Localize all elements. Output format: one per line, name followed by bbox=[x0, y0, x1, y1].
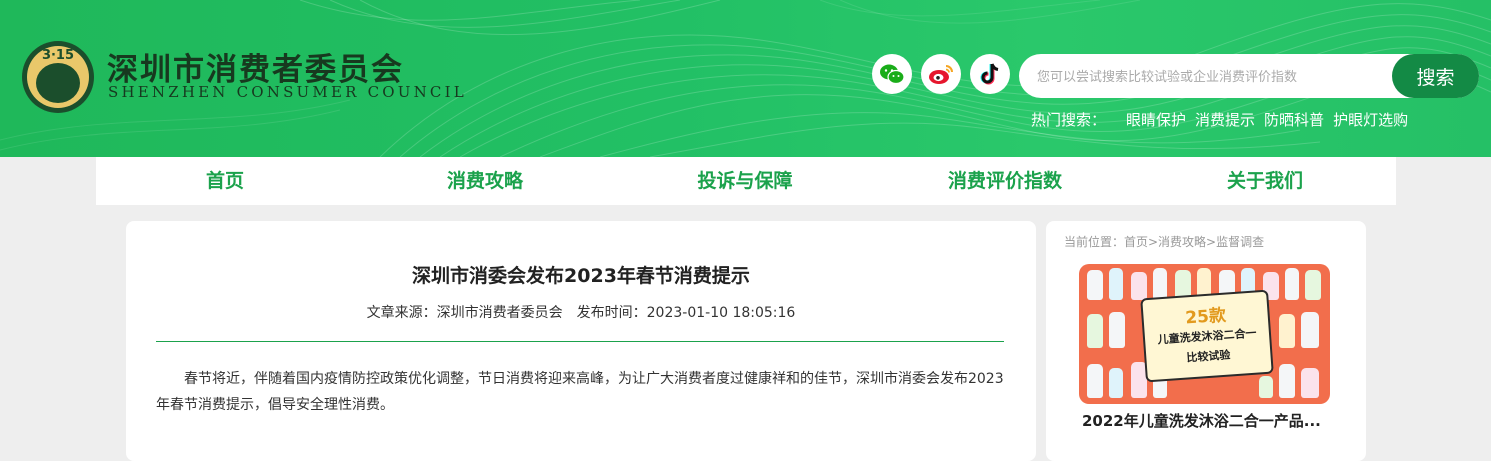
nav-item-about-us[interactable]: 关于我们 bbox=[1165, 157, 1365, 205]
product-bottle bbox=[1305, 270, 1321, 300]
product-bottle bbox=[1301, 368, 1319, 398]
sidebar-panel: 当前位置：首页>消费攻略>监督调查 25款 儿童洗发沐浴二合一 比较试验 202… bbox=[1046, 221, 1366, 461]
wechat-icon[interactable] bbox=[872, 54, 912, 94]
thumbnail-badge: 25款 儿童洗发沐浴二合一 比较试验 bbox=[1140, 289, 1274, 383]
nav-item-complaints[interactable]: 投诉与保障 bbox=[645, 157, 845, 205]
product-bottle bbox=[1301, 312, 1319, 348]
hot-search-link[interactable]: 防晒科普 bbox=[1264, 109, 1324, 130]
product-bottle bbox=[1109, 312, 1125, 348]
product-bottle bbox=[1087, 314, 1103, 348]
tiktok-icon[interactable] bbox=[970, 54, 1010, 94]
article-panel: 深圳市消委会发布2023年春节消费提示 文章来源：深圳市消费者委员会 发布时间：2… bbox=[126, 221, 1036, 461]
product-bottle bbox=[1087, 270, 1103, 300]
time-label: 发布时间： bbox=[576, 305, 647, 321]
consumer-council-emblem[interactable]: 3·15 bbox=[22, 41, 94, 113]
article-title: 深圳市消委会发布2023年春节消费提示 bbox=[412, 265, 750, 287]
nav-item-evaluation-index[interactable]: 消费评价指数 bbox=[905, 157, 1105, 205]
product-bottle bbox=[1285, 268, 1299, 300]
breadcrumb: 当前位置：首页>消费攻略>监督调查 bbox=[1064, 235, 1265, 249]
hot-search-bar: 热门搜索： 眼睛保护 消费提示 防晒科普 护眼灯选购 bbox=[1031, 109, 1417, 130]
featured-thumbnail[interactable]: 25款 儿童洗发沐浴二合一 比较试验 bbox=[1079, 264, 1330, 404]
hot-search-label: 热门搜索： bbox=[1031, 111, 1107, 129]
product-bottle bbox=[1131, 272, 1147, 300]
tiktok-icon-glyph bbox=[980, 63, 999, 85]
hot-search-link[interactable]: 消费提示 bbox=[1195, 109, 1255, 130]
emblem-text: 3·15 bbox=[41, 48, 75, 63]
nav-item-home[interactable]: 首页 bbox=[125, 157, 325, 205]
search-input[interactable] bbox=[1035, 54, 1389, 100]
article-divider bbox=[156, 341, 1004, 342]
source-label: 文章来源： bbox=[366, 305, 437, 321]
weibo-icon-glyph bbox=[929, 65, 953, 84]
product-bottle bbox=[1109, 268, 1123, 300]
site-header: 3·15 深圳市消费者委员会 SHENZHEN CONSUMER COUNCIL bbox=[0, 0, 1491, 157]
weibo-icon[interactable] bbox=[921, 54, 961, 94]
article-body: 春节将近，伴随着国内疫情防控政策优化调整，节日消费将迎来高峰，为让广大消费者度过… bbox=[156, 371, 1004, 413]
featured-article-link[interactable]: 2022年儿童洗发沐浴二合一产品... bbox=[1082, 410, 1332, 431]
main-nav: 首页 消费攻略 投诉与保障 消费评价指数 关于我们 bbox=[96, 157, 1396, 205]
hot-search-link[interactable]: 眼睛保护 bbox=[1126, 109, 1186, 130]
product-bottle bbox=[1279, 314, 1295, 348]
emblem-globe bbox=[36, 63, 80, 103]
hot-search-link[interactable]: 护眼灯选购 bbox=[1333, 109, 1408, 130]
badge-line-2: 比较试验 bbox=[1186, 348, 1231, 365]
product-bottle bbox=[1259, 376, 1273, 398]
search-button[interactable]: 搜索 bbox=[1392, 54, 1479, 98]
product-bottle bbox=[1087, 364, 1103, 398]
product-bottle bbox=[1109, 368, 1123, 398]
product-bottle bbox=[1279, 364, 1295, 398]
nav-item-consumer-guide[interactable]: 消费攻略 bbox=[385, 157, 585, 205]
article-meta: 文章来源：深圳市消费者委员会 发布时间：2023-01-10 18:05:16 bbox=[126, 302, 1036, 322]
product-bottle bbox=[1153, 268, 1167, 300]
time-value: 2023-01-10 18:05:16 bbox=[646, 305, 796, 321]
source-value: 深圳市消费者委员会 bbox=[436, 305, 563, 321]
wechat-icon-glyph bbox=[880, 64, 905, 85]
site-subtitle: SHENZHEN CONSUMER COUNCIL bbox=[108, 83, 467, 101]
